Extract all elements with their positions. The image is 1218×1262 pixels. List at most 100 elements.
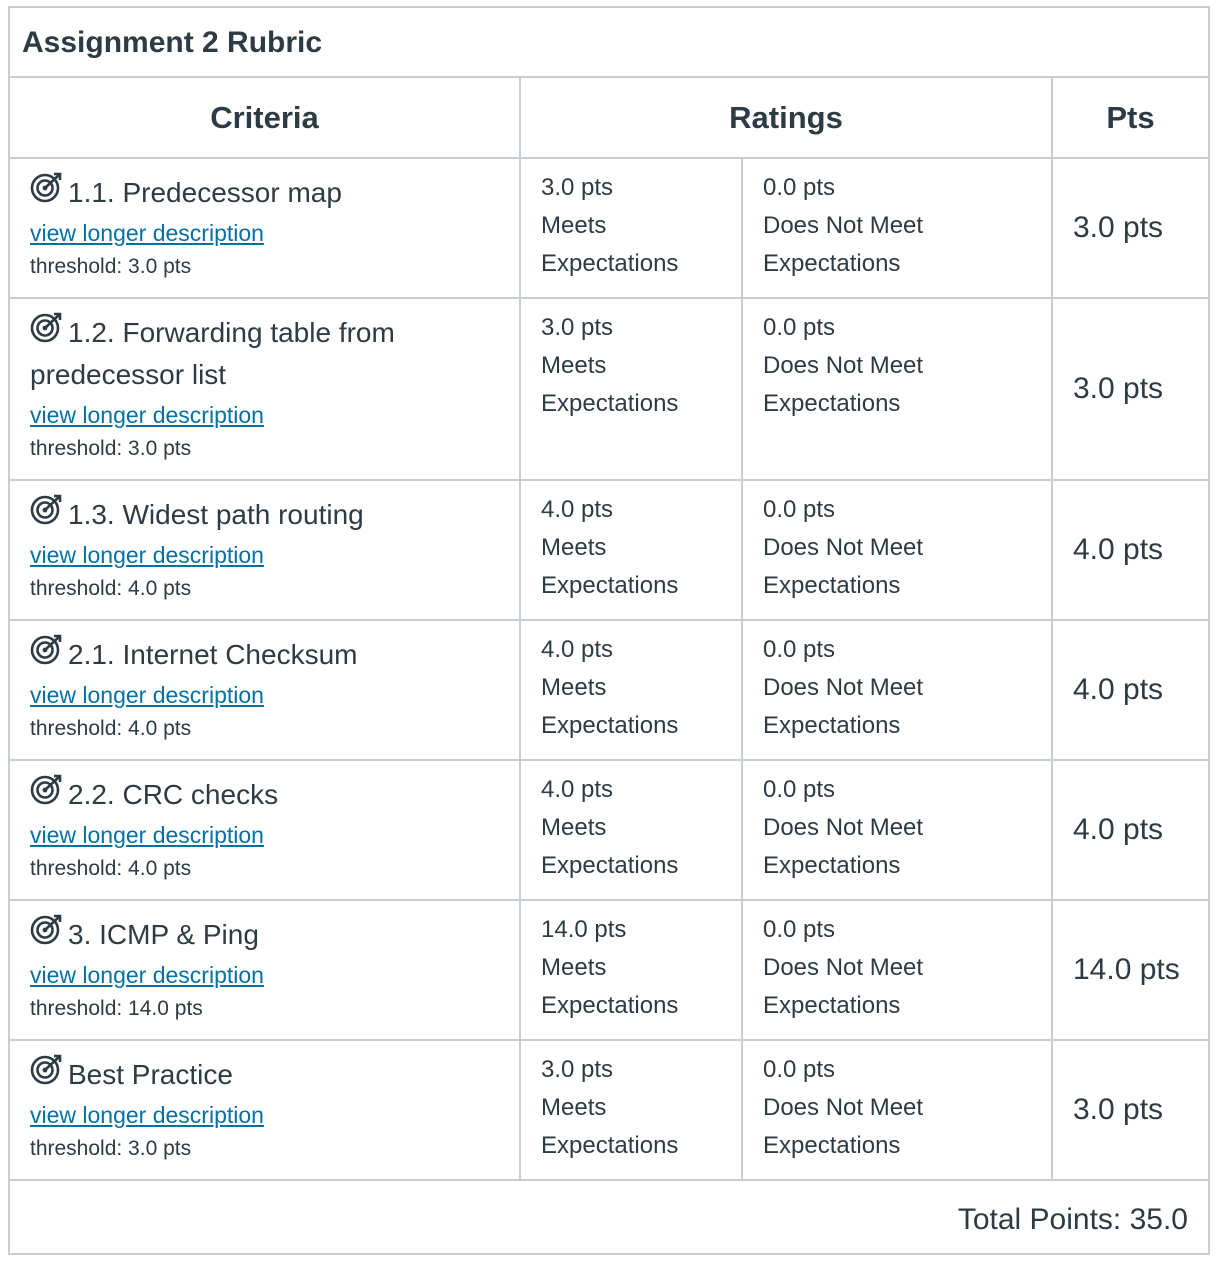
criterion-heading: 1.1. Predecessor map xyxy=(30,171,501,214)
rating-meets[interactable]: 3.0 pts Meets Expectations xyxy=(519,297,743,481)
criterion-row: 1.2. Forwarding table from predecessor l… xyxy=(10,297,1208,481)
criterion-threshold: threshold: 3.0 pts xyxy=(30,1137,192,1160)
rating-points: 3.0 pts xyxy=(541,174,614,201)
view-longer-description-link[interactable]: view longer description xyxy=(30,398,501,432)
rating-points: 0.0 pts xyxy=(763,314,836,341)
rating-description: Meets Expectations xyxy=(541,534,679,599)
rubric-title: Assignment 2 Rubric xyxy=(22,26,323,59)
view-longer-description-link[interactable]: view longer description xyxy=(30,216,501,250)
rating-description: Meets Expectations xyxy=(541,212,679,277)
rubric-title-bar: Assignment 2 Rubric xyxy=(10,8,1208,78)
rating-description: Meets Expectations xyxy=(541,352,679,417)
header-criteria: Criteria xyxy=(10,78,521,159)
criterion-cell: 1.1. Predecessor map view longer descrip… xyxy=(10,157,521,299)
rating-does-not-meet[interactable]: 0.0 pts Does Not Meet Expectations xyxy=(741,759,1053,901)
total-row: Total Points: 35.0 xyxy=(10,1179,1208,1258)
criterion-threshold: threshold: 14.0 pts xyxy=(30,997,203,1020)
view-longer-description-link[interactable]: view longer description xyxy=(30,678,501,712)
rating-meets[interactable]: 4.0 pts Meets Expectations xyxy=(519,619,743,761)
rating-description: Does Not Meet Expectations xyxy=(763,212,924,277)
rating-does-not-meet[interactable]: 0.0 pts Does Not Meet Expectations xyxy=(741,297,1053,481)
rating-does-not-meet[interactable]: 0.0 pts Does Not Meet Expectations xyxy=(741,479,1053,621)
criterion-points: 14.0 pts xyxy=(1051,899,1208,1041)
view-longer-description-link[interactable]: view longer description xyxy=(30,538,501,572)
rating-description: Does Not Meet Expectations xyxy=(763,534,924,599)
outcome-target-icon xyxy=(30,172,62,203)
header-ratings: Ratings xyxy=(519,78,1053,159)
criterion-points: 4.0 pts xyxy=(1051,759,1208,901)
criterion-row: 2.1. Internet Checksum view longer descr… xyxy=(10,619,1208,761)
rating-does-not-meet[interactable]: 0.0 pts Does Not Meet Expectations xyxy=(741,619,1053,761)
rating-description: Does Not Meet Expectations xyxy=(763,954,924,1019)
criterion-heading: 1.3. Widest path routing xyxy=(30,493,501,536)
rating-description: Meets Expectations xyxy=(541,1094,679,1159)
criterion-row: 1.3. Widest path routing view longer des… xyxy=(10,479,1208,621)
rating-meets[interactable]: 3.0 pts Meets Expectations xyxy=(519,157,743,299)
header-row: Criteria Ratings Pts xyxy=(10,78,1208,159)
rating-points: 3.0 pts xyxy=(541,1056,614,1083)
rating-points: 4.0 pts xyxy=(541,496,614,523)
criterion-name: 3. ICMP & Ping xyxy=(68,919,259,950)
criterion-threshold: threshold: 3.0 pts xyxy=(30,255,192,278)
criterion-cell: 3. ICMP & Ping view longer description t… xyxy=(10,899,521,1041)
criterion-heading: 3. ICMP & Ping xyxy=(30,913,501,956)
rating-points: 4.0 pts xyxy=(541,776,614,803)
outcome-target-icon xyxy=(30,312,62,343)
criterion-points: 4.0 pts xyxy=(1051,619,1208,761)
rating-points: 0.0 pts xyxy=(763,636,836,663)
criterion-cell: 1.3. Widest path routing view longer des… xyxy=(10,479,521,621)
rating-meets[interactable]: 4.0 pts Meets Expectations xyxy=(519,759,743,901)
rating-points: 4.0 pts xyxy=(541,636,614,663)
rating-points: 0.0 pts xyxy=(763,174,836,201)
total-points: Total Points: 35.0 xyxy=(10,1179,1208,1258)
criterion-name: 1.1. Predecessor map xyxy=(68,177,342,208)
criterion-cell: 2.2. CRC checks view longer description … xyxy=(10,759,521,901)
rating-points: 0.0 pts xyxy=(763,776,836,803)
criterion-name: 2.1. Internet Checksum xyxy=(68,639,358,670)
criterion-heading: 2.1. Internet Checksum xyxy=(30,633,501,676)
criterion-name: Best Practice xyxy=(68,1059,233,1090)
rubric-table: Assignment 2 Rubric Criteria Ratings Pts xyxy=(8,6,1210,1258)
rating-meets[interactable]: 3.0 pts Meets Expectations xyxy=(519,1039,743,1181)
criterion-row: 1.1. Predecessor map view longer descrip… xyxy=(10,157,1208,299)
criterion-name: 2.2. CRC checks xyxy=(68,779,279,810)
criterion-points: 3.0 pts xyxy=(1051,1039,1208,1181)
criterion-cell: 2.1. Internet Checksum view longer descr… xyxy=(10,619,521,761)
criterion-points: 4.0 pts xyxy=(1051,479,1208,621)
criterion-cell: 1.2. Forwarding table from predecessor l… xyxy=(10,297,521,481)
criterion-heading: 2.2. CRC checks xyxy=(30,773,501,816)
rating-points: 0.0 pts xyxy=(763,1056,836,1083)
outcome-target-icon xyxy=(30,1054,62,1085)
rating-description: Does Not Meet Expectations xyxy=(763,674,924,739)
rating-does-not-meet[interactable]: 0.0 pts Does Not Meet Expectations xyxy=(741,899,1053,1041)
rating-does-not-meet[interactable]: 0.0 pts Does Not Meet Expectations xyxy=(741,1039,1053,1181)
criterion-row: Best Practice view longer description th… xyxy=(10,1039,1208,1181)
outcome-target-icon xyxy=(30,494,62,525)
criterion-name: 1.3. Widest path routing xyxy=(68,499,364,530)
header-pts: Pts xyxy=(1051,78,1208,159)
rating-description: Does Not Meet Expectations xyxy=(763,814,924,879)
criterion-heading: Best Practice xyxy=(30,1053,501,1096)
rating-meets[interactable]: 4.0 pts Meets Expectations xyxy=(519,479,743,621)
rating-points: 0.0 pts xyxy=(763,916,836,943)
outcome-target-icon xyxy=(30,774,62,805)
outcome-target-icon xyxy=(30,634,62,665)
rating-description: Meets Expectations xyxy=(541,954,679,1019)
criterion-threshold: threshold: 4.0 pts xyxy=(30,857,192,880)
criterion-cell: Best Practice view longer description th… xyxy=(10,1039,521,1181)
rating-points: 3.0 pts xyxy=(541,314,614,341)
rating-description: Meets Expectations xyxy=(541,674,679,739)
rating-points: 14.0 pts xyxy=(541,916,627,943)
view-longer-description-link[interactable]: view longer description xyxy=(30,958,501,992)
outcome-target-icon xyxy=(30,914,62,945)
rating-meets[interactable]: 14.0 pts Meets Expectations xyxy=(519,899,743,1041)
criterion-threshold: threshold: 4.0 pts xyxy=(30,717,192,740)
rubric-grid: Criteria Ratings Pts 1.1. Predecessor ma… xyxy=(10,78,1208,1258)
rating-description: Meets Expectations xyxy=(541,814,679,879)
rating-does-not-meet[interactable]: 0.0 pts Does Not Meet Expectations xyxy=(741,157,1053,299)
criterion-threshold: threshold: 3.0 pts xyxy=(30,437,192,460)
rating-points: 0.0 pts xyxy=(763,496,836,523)
view-longer-description-link[interactable]: view longer description xyxy=(30,818,501,852)
view-longer-description-link[interactable]: view longer description xyxy=(30,1098,501,1132)
criterion-points: 3.0 pts xyxy=(1051,157,1208,299)
